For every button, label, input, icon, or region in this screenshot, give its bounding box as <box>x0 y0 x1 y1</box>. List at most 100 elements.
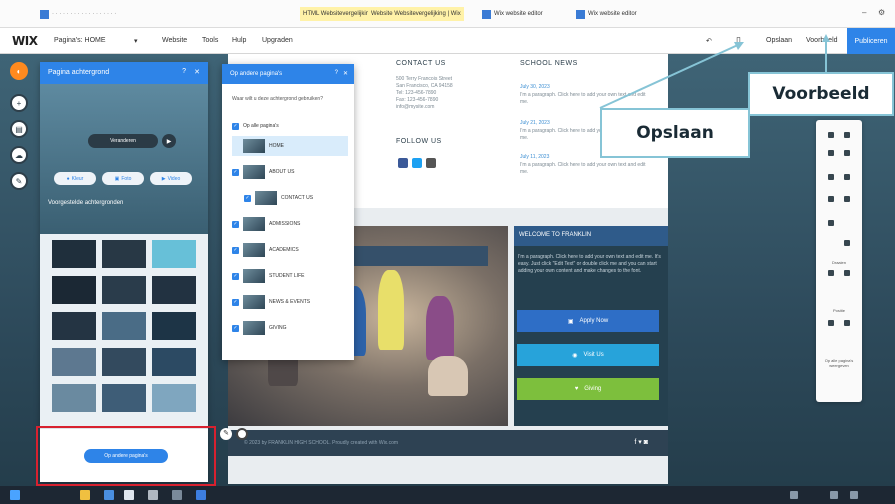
page-selector[interactable]: Pagina's: HOME <box>54 37 106 44</box>
edit-handle-icon[interactable]: ✎ <box>220 428 232 440</box>
opslaan-callout: Opslaan <box>600 108 750 158</box>
delete-icon[interactable] <box>844 150 850 156</box>
change-background-button[interactable]: Veranderen <box>88 134 158 148</box>
apply-icon: ▣ <box>567 318 574 325</box>
menu-help[interactable]: Hulp <box>232 37 246 44</box>
preset-thumb[interactable] <box>102 240 146 268</box>
page-row-academics[interactable]: ✓ ACADEMICS <box>232 240 348 260</box>
preset-thumb[interactable] <box>102 276 146 304</box>
browser-tab[interactable]: Website Websitevergelijking | Wix <box>368 7 464 21</box>
visit-icon: ◉ <box>572 352 578 359</box>
preset-thumb[interactable] <box>52 348 96 376</box>
tab-label: Wix website editor <box>494 11 543 17</box>
copy-icon[interactable] <box>828 132 834 138</box>
page-row-contact[interactable]: ✓ CONTACT US <box>244 188 348 208</box>
preset-thumb[interactable] <box>152 312 196 340</box>
page-row-home[interactable]: HOME <box>232 136 348 156</box>
tray-icon[interactable] <box>830 491 838 499</box>
background-icon[interactable]: ◐ <box>10 62 28 80</box>
color-option-button[interactable]: ● Kleur <box>54 172 96 185</box>
preset-thumb[interactable] <box>152 348 196 376</box>
twitter-icon[interactable] <box>412 158 422 168</box>
preset-thumb[interactable] <box>52 384 96 412</box>
app-icon[interactable] <box>124 490 134 500</box>
show-all-pages-label[interactable]: Op alle pagina's weergeven <box>816 358 862 368</box>
apply-now-button[interactable]: ▣ Apply Now <box>517 310 659 332</box>
news-title: SCHOOL NEWS <box>520 60 578 67</box>
preset-thumb[interactable] <box>102 348 146 376</box>
site-footer[interactable]: © 2023 by FRANKLIN HIGH SCHOOL. Proudly … <box>228 430 668 456</box>
minimize-icon[interactable]: – <box>862 8 866 17</box>
app-icon[interactable] <box>172 490 182 500</box>
page-row-student-life[interactable]: ✓ STUDENT LIFE <box>232 266 348 286</box>
help-icon[interactable]: ? <box>335 70 338 76</box>
browser-tab[interactable]: · · · · · · · · · · · · · · · · · · <box>40 7 116 21</box>
preset-thumb[interactable] <box>52 276 96 304</box>
news-text: I'm a paragraph. Click here to add your … <box>520 162 646 175</box>
anchor-handle-icon[interactable] <box>236 428 248 440</box>
browser-tab[interactable]: Wix website editor <box>482 7 543 21</box>
close-icon[interactable]: ✕ <box>343 70 348 77</box>
tray-icon[interactable] <box>850 491 858 499</box>
menu-upgrade[interactable]: Upgraden <box>262 37 293 44</box>
help-icon[interactable]: ? <box>182 68 186 75</box>
blog-icon[interactable]: ✎ <box>10 172 28 190</box>
upload-icon[interactable]: ☁ <box>10 146 28 164</box>
visit-us-button[interactable]: ◉ Visit Us <box>517 344 659 366</box>
page-row-giving[interactable]: ✓ GIVING <box>232 318 348 338</box>
welcome-title: WELCOME TO FRANKLIN <box>514 226 668 246</box>
preset-thumb[interactable] <box>102 312 146 340</box>
play-icon[interactable]: ▶ <box>162 134 176 148</box>
distribute-icon[interactable] <box>844 196 850 202</box>
menu-website[interactable]: Website <box>162 37 187 44</box>
chevron-down-icon[interactable]: ▾ <box>134 37 138 45</box>
add-icon[interactable]: + <box>10 94 28 112</box>
photo-icon: ▣ <box>114 175 120 182</box>
page-row-about[interactable]: ✓ ABOUT US <box>232 162 348 182</box>
welcome-box[interactable]: WELCOME TO FRANKLIN I'm a paragraph. Cli… <box>514 226 668 426</box>
instagram-icon[interactable] <box>426 158 436 168</box>
footer-social-icons[interactable]: f ▾ ◙ <box>634 438 648 446</box>
facebook-icon[interactable] <box>398 158 408 168</box>
media-icon[interactable]: ▤ <box>10 120 28 138</box>
duplicate-icon[interactable] <box>828 150 834 156</box>
browser-tab[interactable]: Wix website editor <box>576 7 637 21</box>
align-icon[interactable] <box>828 196 834 202</box>
send-backward-icon[interactable] <box>844 174 850 180</box>
app-icon[interactable] <box>148 490 158 500</box>
close-icon[interactable]: ✕ <box>194 68 200 76</box>
preset-thumb[interactable] <box>152 240 196 268</box>
settings-icon[interactable]: ⚙ <box>878 8 885 17</box>
browser-icon[interactable] <box>104 490 114 500</box>
tray-icon[interactable] <box>790 491 798 499</box>
preset-thumb[interactable] <box>152 276 196 304</box>
preset-thumb[interactable] <box>52 240 96 268</box>
bring-forward-icon[interactable] <box>828 174 834 180</box>
y-position-icon[interactable] <box>844 320 850 326</box>
button-label: Visit Us <box>583 352 604 358</box>
page-row-admissions[interactable]: ✓ ADMISSIONS <box>232 214 348 234</box>
app-icon[interactable] <box>196 490 206 500</box>
explorer-icon[interactable] <box>80 490 90 500</box>
match-size-icon[interactable] <box>828 220 834 226</box>
button-label: Apply Now <box>579 318 609 324</box>
rotate-icon[interactable] <box>828 270 834 276</box>
publish-button[interactable]: Publiceren <box>847 28 895 54</box>
giving-button[interactable]: ♥ Giving <box>517 378 659 400</box>
start-icon[interactable] <box>10 490 20 500</box>
browser-tab-strip: · · · · · · · · · · · · · · · · · · HTML… <box>0 0 895 28</box>
menu-tools[interactable]: Tools <box>202 37 218 44</box>
x-position-icon[interactable] <box>828 320 834 326</box>
all-pages-checkbox[interactable]: ✓ Op alle pagina's <box>232 120 348 132</box>
photo-option-button[interactable]: ▣ Foto <box>102 172 144 185</box>
preset-thumb[interactable] <box>52 312 96 340</box>
photo-figure <box>428 356 468 396</box>
flip-icon[interactable] <box>844 270 850 276</box>
preset-thumb[interactable] <box>102 384 146 412</box>
page-row-news-events[interactable]: ✓ NEWS & EVENTS <box>232 292 348 312</box>
preset-thumb[interactable] <box>152 384 196 412</box>
paste-icon[interactable] <box>844 132 850 138</box>
stretch-icon[interactable] <box>844 240 850 246</box>
page-name: ACADEMICS <box>269 247 299 253</box>
video-option-button[interactable]: ▶ Video <box>150 172 192 185</box>
